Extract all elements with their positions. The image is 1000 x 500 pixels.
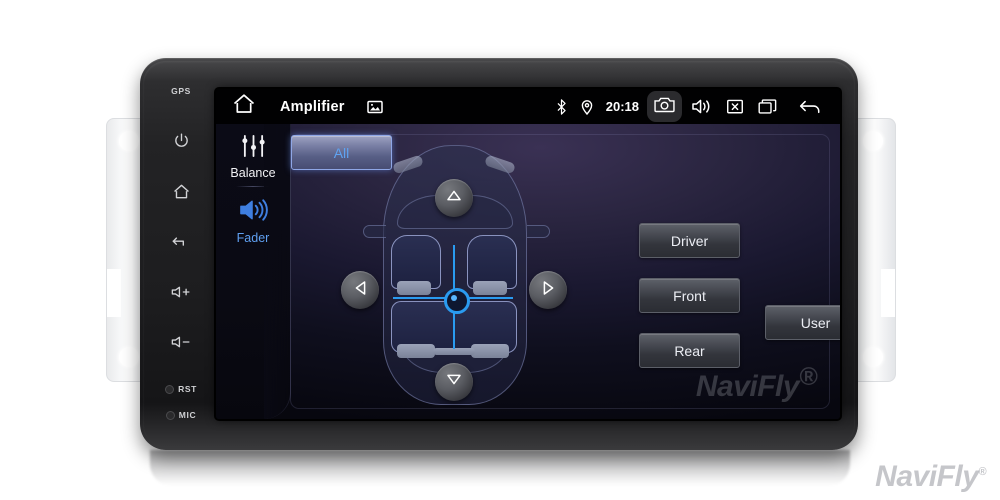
system-tray: 20:18 <box>549 89 840 124</box>
bluetooth-icon[interactable] <box>549 89 574 124</box>
sidebar-item-label: Balance <box>230 166 276 180</box>
equalizer-sliders-icon <box>240 134 267 163</box>
volume-down-button[interactable] <box>170 334 192 350</box>
preset-label: Rear <box>674 342 705 359</box>
close-box-icon[interactable] <box>719 89 751 124</box>
android-status-bar: Amplifier 20:18 <box>216 89 840 124</box>
screenshot-camera-button[interactable] <box>647 91 682 122</box>
preset-label: Front <box>673 287 706 304</box>
preset-label: Driver <box>670 232 709 249</box>
bracket-hole <box>863 131 883 151</box>
volume-up-icon <box>170 284 192 300</box>
mic-pinhole-icon <box>165 410 175 420</box>
brand-watermark: NaviFly® <box>875 460 986 494</box>
statusbar-home-button[interactable] <box>216 89 272 124</box>
up-arrow-icon <box>446 189 462 207</box>
amplifier-content-panel: Driver Front Rear All User NaviFly® <box>290 134 840 409</box>
preset-driver-button[interactable]: Driver <box>639 223 740 258</box>
right-arrow-icon <box>542 280 555 301</box>
bracket-hole <box>863 347 883 367</box>
bracket-hole <box>119 347 139 367</box>
car-mirror-left <box>363 225 386 238</box>
seat-cushion <box>473 281 507 295</box>
power-button[interactable] <box>173 132 190 149</box>
gps-label: GPS <box>171 86 191 96</box>
down-arrow-icon <box>446 373 462 391</box>
volume-icon[interactable] <box>684 89 719 124</box>
sidebar-item-fader[interactable]: Fader <box>216 187 290 245</box>
bracket-notch <box>881 269 895 317</box>
volume-down-icon <box>170 334 192 350</box>
balance-position-handle[interactable] <box>444 288 470 314</box>
page-title: Amplifier <box>280 98 345 115</box>
speaker-waves-icon <box>238 197 269 228</box>
car-balance-widget[interactable] <box>331 141 581 407</box>
nav-right-button[interactable] <box>529 271 567 309</box>
mode-tab-rail: Balance Fader <box>216 124 291 419</box>
left-arrow-icon <box>354 280 367 301</box>
nav-left-button[interactable] <box>341 271 379 309</box>
touchscreen[interactable]: Amplifier 20:18 Balance Fader Driver Fro… <box>216 89 840 419</box>
bezel-home-button[interactable] <box>172 183 191 200</box>
reset-pinhole-icon <box>165 384 175 394</box>
home-icon <box>232 93 256 120</box>
sidebar-item-label: Fader <box>236 231 270 245</box>
camera-icon <box>654 96 675 118</box>
nav-down-button[interactable] <box>435 363 473 401</box>
preset-front-button[interactable]: Front <box>639 278 740 313</box>
back-arrow-icon <box>171 234 191 250</box>
preset-user-button[interactable]: User <box>765 305 840 340</box>
preset-label: User <box>800 314 831 331</box>
brand-watermark-text: NaviFly <box>875 460 979 493</box>
amplifier-screen-body: Balance Fader Driver Front Rear All User… <box>216 124 840 419</box>
seat-cushion <box>433 348 475 355</box>
seat-cushion <box>397 344 435 358</box>
location-pin-icon[interactable] <box>574 89 600 124</box>
bezel-back-button[interactable] <box>171 234 191 250</box>
bracket-hole <box>119 131 139 151</box>
bezel-button-column: GPS RST MIC <box>152 80 210 430</box>
car-mirror-right <box>527 225 550 238</box>
registered-mark: ® <box>978 466 986 478</box>
power-icon <box>173 132 190 149</box>
back-arrow-icon[interactable] <box>784 89 830 124</box>
seat-cushion <box>397 281 431 295</box>
car-head-unit: GPS RST MIC Amplifier 20:18 Balance Fade… <box>140 58 858 450</box>
brand-watermark-screen: NaviFly® <box>695 363 818 403</box>
sidebar-item-balance[interactable]: Balance <box>216 124 290 180</box>
screenshot-root: GPS RST MIC Amplifier 20:18 Balance Fade… <box>0 0 1000 500</box>
seat-cushion <box>471 344 509 358</box>
clock: 20:18 <box>605 99 639 114</box>
volume-up-button[interactable] <box>170 284 192 300</box>
reset-button[interactable]: RST <box>165 384 197 394</box>
image-icon[interactable] <box>366 100 383 114</box>
nav-up-button[interactable] <box>435 179 473 217</box>
mic-port: MIC <box>165 410 196 420</box>
bracket-notch <box>107 269 121 317</box>
home-icon <box>172 183 191 200</box>
device-reflection <box>150 450 850 486</box>
recents-icon[interactable] <box>751 89 784 124</box>
